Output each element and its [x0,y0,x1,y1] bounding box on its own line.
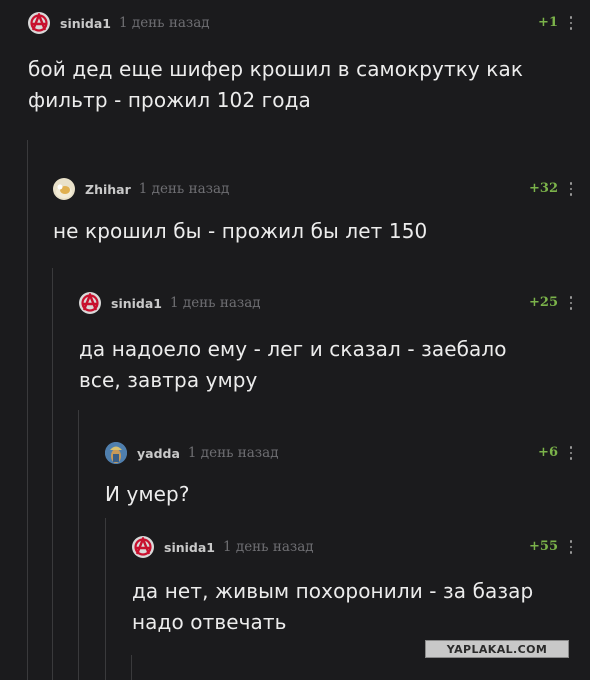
comment-text: не крошил бы - прожил бы лет 150 [53,219,428,243]
more-options-icon[interactable] [564,179,578,199]
comment: sinida1 1 день назад +1 бой дед еще шифе… [28,11,584,121]
comment-header: sinida1 1 день назад +25 [79,291,584,315]
comment-header: Zhihar 1 день назад +32 [53,177,584,201]
rating: +6 [538,445,558,460]
thread-line-level-5 [131,655,132,680]
warrior-avatar-icon[interactable] [105,442,127,464]
anarchy-icon[interactable] [79,292,101,314]
thread-line-level-3 [78,410,79,680]
comment-text: И умер? [105,482,190,506]
rating: +1 [538,15,558,30]
timestamp[interactable]: 1 день назад [139,181,230,197]
anarchy-icon[interactable] [132,536,154,558]
timestamp[interactable]: 1 день назад [119,15,210,31]
watermark-text: YAPLAKAL.COM [446,642,548,656]
cat-avatar-icon[interactable] [53,178,75,200]
comment: yadda 1 день назад +6 И умер? [105,441,584,511]
comment-header: sinida1 1 день назад +1 [28,11,584,35]
rating: +55 [529,539,558,554]
comment: sinida1 1 день назад +55 да нет, живым п… [132,535,584,645]
username[interactable]: sinida1 [111,296,162,311]
more-options-icon[interactable] [564,443,578,463]
timestamp[interactable]: 1 день назад [223,539,314,555]
comment: sinida1 1 день назад +25 да надоело ему … [79,291,584,401]
comment-header: sinida1 1 день назад +55 [132,535,584,559]
thread-line-level-1 [27,140,28,680]
more-options-icon[interactable] [564,293,578,313]
watermark: YAPLAKAL.COM [425,640,569,658]
thread-line-level-2 [52,268,53,680]
thread-line-level-4 [105,518,106,680]
more-options-icon[interactable] [564,13,578,33]
comment-text: бой дед еще шифер крошил в самокрутку ка… [28,57,524,112]
username[interactable]: Zhihar [85,182,131,197]
timestamp[interactable]: 1 день назад [188,445,279,461]
more-options-icon[interactable] [564,537,578,557]
username[interactable]: yadda [137,446,180,461]
timestamp[interactable]: 1 день назад [170,295,261,311]
comment-text: да надоело ему - лег и сказал - заебало … [79,337,507,392]
anarchy-icon[interactable] [28,12,50,34]
comment-text: да нет, живым похоронили - за базар надо… [132,579,534,634]
rating: +25 [529,295,558,310]
rating: +32 [529,181,558,196]
comment-header: yadda 1 день назад +6 [105,441,584,465]
username[interactable]: sinida1 [60,16,111,31]
username[interactable]: sinida1 [164,540,215,555]
comment: Zhihar 1 день назад +32 не крошил бы - п… [53,177,584,257]
